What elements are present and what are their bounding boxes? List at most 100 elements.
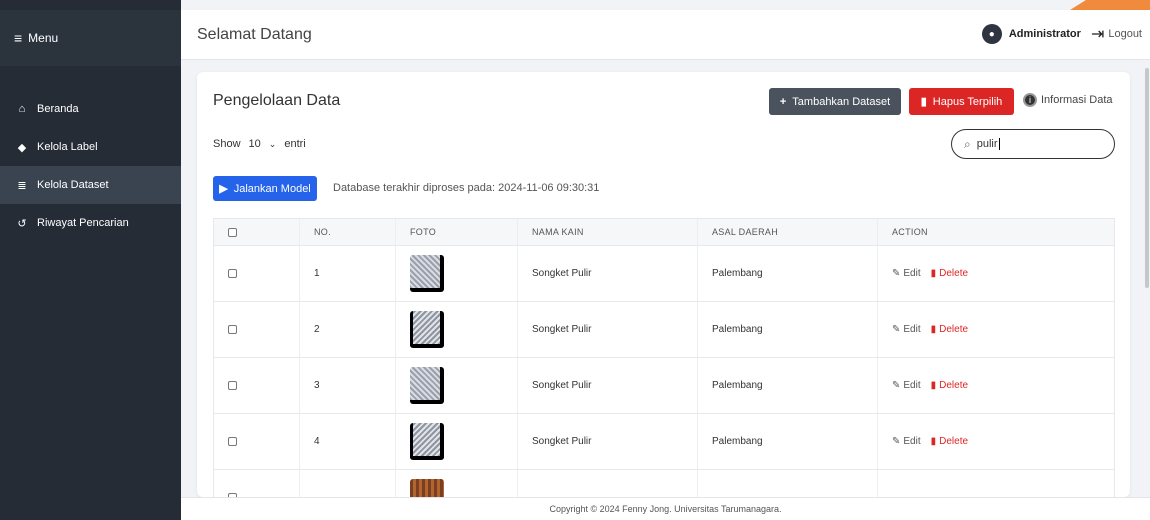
header-asal-daerah: ASAL DAERAH (698, 219, 878, 245)
row-nama-kain: Songket Pulir (518, 358, 698, 413)
edit-icon: ✎ (892, 324, 901, 335)
accent-strip (1070, 0, 1150, 10)
row-asal-daerah: Palembang (698, 414, 878, 469)
table-header: NO. FOTO NAMA KAIN ASAL DAERAH ACTION (214, 219, 1114, 246)
menu-toggle[interactable]: ≡ Menu (0, 10, 181, 66)
table-row: 1 Songket Pulir Palembang ✎ Edit ▮ Delete (214, 246, 1114, 302)
row-no: 1 (300, 246, 396, 301)
trash-icon: ▮ (930, 436, 937, 447)
scrollbar-thumb[interactable] (1145, 68, 1149, 288)
delete-label: Delete (939, 380, 969, 391)
fabric-photo (410, 423, 444, 460)
show-label: Show (213, 138, 241, 150)
logout-icon[interactable]: ⇥ (1091, 24, 1104, 44)
history-icon: ↺ (17, 217, 27, 230)
card-title: Pengelolaan Data (213, 92, 341, 109)
database-icon: ≣ (17, 179, 27, 192)
footer: Copyright © 2024 Fenny Jong. Universitas… (181, 497, 1150, 520)
sidebar-item-kelola-dataset[interactable]: ≣ Kelola Dataset (0, 166, 181, 204)
delete-button[interactable]: ▮ Delete (931, 268, 968, 279)
info-data-label: Informasi Data (1041, 94, 1113, 106)
add-dataset-button[interactable]: + Tambahkan Dataset (769, 88, 901, 115)
delete-button[interactable]: ▮ Delete (931, 324, 968, 335)
trash-icon: ▮ (930, 380, 937, 391)
header-action: ACTION (892, 227, 928, 237)
row-nama-kain: Songket Pulir (518, 246, 698, 301)
delete-selected-button[interactable]: ▮ Hapus Terpilih (909, 88, 1014, 115)
header-nama-kain: NAMA KAIN (518, 219, 698, 245)
row-checkbox[interactable] (228, 437, 237, 446)
row-checkbox[interactable] (228, 325, 237, 334)
row-nama-kain: Songket Pulir (518, 414, 698, 469)
row-checkbox[interactable] (228, 269, 237, 278)
delete-label: Delete (939, 268, 969, 279)
edit-label: Edit (903, 324, 921, 335)
plus-icon: + (779, 95, 787, 108)
row-no: 4 (300, 414, 396, 469)
edit-label: Edit (903, 436, 921, 447)
row-asal-daerah: Palembang (698, 246, 878, 301)
add-dataset-label: Tambahkan Dataset (792, 95, 891, 108)
sidebar-item-label: Riwayat Pencarian (37, 217, 129, 229)
row-checkbox[interactable] (228, 381, 237, 390)
delete-button[interactable]: ▮ Delete (931, 380, 968, 391)
data-management-card: Pengelolaan Data + Tambahkan Dataset ▮ H… (197, 72, 1130, 497)
table-row-partial (214, 470, 1114, 497)
sidebar-item-label: Kelola Label (37, 141, 98, 153)
edit-button[interactable]: ✎ Edit (892, 436, 921, 447)
row-asal-daerah: Palembang (698, 358, 878, 413)
run-model-label: Jalankan Model (233, 182, 311, 195)
text-caret (998, 138, 1000, 150)
trash-icon: ▮ (930, 268, 937, 279)
trash-icon: ▮ (930, 324, 937, 335)
delete-label: Delete (939, 436, 969, 447)
fabric-photo (410, 367, 444, 404)
hamburger-icon: ≡ (14, 30, 23, 46)
fabric-photo (410, 479, 444, 497)
trash-icon: ▮ (920, 96, 927, 108)
header-foto: FOTO (396, 219, 518, 245)
row-no: 3 (300, 358, 396, 413)
row-nama-kain: Songket Pulir (518, 302, 698, 357)
sidebar-item-beranda[interactable]: ⌂ Beranda (0, 90, 181, 128)
page-welcome: Selamat Datang (197, 26, 312, 43)
run-model-button[interactable]: ▶ Jalankan Model (213, 176, 317, 201)
avatar-icon[interactable]: ● (981, 24, 1002, 44)
edit-button[interactable]: ✎ Edit (892, 380, 921, 391)
edit-button[interactable]: ✎ Edit (892, 268, 921, 279)
menu-label: Menu (28, 31, 59, 45)
search-value: pulir (976, 138, 998, 150)
fabric-photo (410, 255, 444, 292)
chevron-down-icon: ⌄ (268, 138, 277, 149)
select-all-checkbox[interactable] (228, 227, 237, 237)
play-icon: ▶ (219, 183, 228, 195)
info-data-button[interactable]: i Informasi Data (1023, 93, 1113, 107)
search-icon: ⌕ (964, 136, 971, 151)
edit-label: Edit (903, 268, 921, 279)
user-menu: ● Administrator ⇥ Logout (981, 24, 1142, 44)
header-no: NO. (300, 219, 396, 245)
edit-icon: ✎ (892, 380, 901, 391)
row-no: 2 (300, 302, 396, 357)
entries-label: entri (284, 138, 306, 150)
table-row: 3 Songket Pulir Palembang ✎ Edit ▮ Delete (214, 358, 1114, 414)
user-name: Administrator (1008, 28, 1081, 40)
logout-link[interactable]: Logout (1108, 28, 1142, 40)
edit-button[interactable]: ✎ Edit (892, 324, 921, 335)
delete-selected-label: Hapus Terpilih (932, 95, 1003, 108)
sidebar: ≡ Menu ⌂ Beranda ◆ Kelola Label ≣ Kelola… (0, 0, 181, 520)
home-icon: ⌂ (18, 103, 26, 115)
entries-value: 10 (248, 138, 261, 150)
sidebar-item-label: Beranda (37, 103, 79, 115)
edit-label: Edit (903, 380, 921, 391)
entries-select[interactable]: 10 ⌄ (247, 138, 279, 150)
page-scrollbar[interactable] (1144, 60, 1150, 497)
edit-icon: ✎ (892, 268, 901, 279)
delete-button[interactable]: ▮ Delete (931, 436, 968, 447)
search-input[interactable]: ⌕ pulir (951, 129, 1115, 159)
row-asal-daerah: Palembang (698, 302, 878, 357)
delete-label: Delete (939, 324, 969, 335)
sidebar-item-kelola-label[interactable]: ◆ Kelola Label (0, 128, 181, 166)
sidebar-item-label: Kelola Dataset (37, 179, 109, 191)
sidebar-item-riwayat-pencarian[interactable]: ↺ Riwayat Pencarian (0, 204, 181, 242)
